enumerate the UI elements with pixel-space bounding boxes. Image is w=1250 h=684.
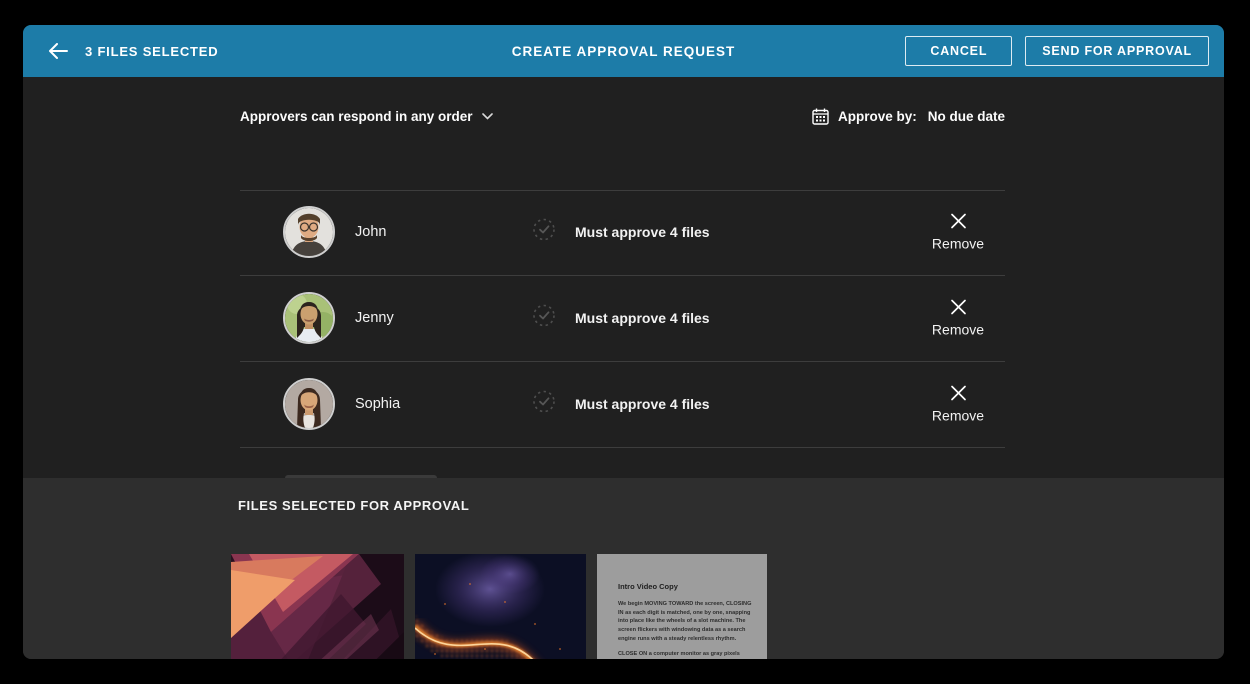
remove-label: Remove xyxy=(932,236,984,252)
remove-label: Remove xyxy=(932,408,984,424)
avatar-jenny xyxy=(283,292,335,344)
avatar-john xyxy=(283,206,335,258)
approver-requirement: Must approve 4 files xyxy=(575,224,710,240)
document-paragraph: CLOSE ON a computer monitor as gray pixe… xyxy=(618,650,754,659)
approval-request-dialog: 3 FILES SELECTED CREATE APPROVAL REQUEST… xyxy=(23,25,1224,659)
approver-requirement: Must approve 4 files xyxy=(575,310,710,326)
approvers-panel: Approvers can respond in any order Appro… xyxy=(23,77,1224,478)
approver-order-dropdown[interactable]: Approvers can respond in any order xyxy=(240,109,493,124)
chevron-down-icon xyxy=(482,113,493,120)
approver-requirement: Must approve 4 files xyxy=(575,396,710,412)
header-actions: CANCEL SEND FOR APPROVAL xyxy=(905,36,1209,66)
remove-approver-button[interactable]: Remove xyxy=(912,299,1004,338)
send-for-approval-button[interactable]: SEND FOR APPROVAL xyxy=(1025,36,1209,66)
avatar-sophia xyxy=(283,378,335,430)
file-thumbnail-particle-wave-image[interactable] xyxy=(415,554,586,659)
approver-order-label: Approvers can respond in any order xyxy=(240,109,473,124)
files-panel: FILES SELECTED FOR APPROVAL xyxy=(23,478,1224,659)
approver-name: Sophia xyxy=(355,396,400,412)
divider xyxy=(240,447,1005,448)
calendar-icon xyxy=(812,108,829,125)
dialog-header: 3 FILES SELECTED CREATE APPROVAL REQUEST… xyxy=(23,25,1224,77)
files-panel-title: FILES SELECTED FOR APPROVAL xyxy=(238,498,469,513)
file-thumbnail-geometric-image[interactable] xyxy=(231,554,404,659)
file-thumbnail-document[interactable]: Intro Video Copy We begin MOVING TOWARD … xyxy=(597,554,767,659)
close-icon xyxy=(950,213,967,230)
files-selected-count: 3 FILES SELECTED xyxy=(85,44,218,59)
remove-label: Remove xyxy=(932,322,984,338)
approve-by-label: Approve by: xyxy=(838,109,917,124)
cancel-button[interactable]: CANCEL xyxy=(905,36,1012,66)
file-thumbnails: Intro Video Copy We begin MOVING TOWARD … xyxy=(231,554,767,659)
remove-approver-button[interactable]: Remove xyxy=(912,213,1004,252)
approver-name: Jenny xyxy=(355,310,394,326)
approver-row-jenny: Jenny Must approve 4 files Remove xyxy=(240,276,1005,360)
dashed-circle-check-icon xyxy=(532,304,556,333)
approver-row-john: John Must approve 4 files Remove xyxy=(240,190,1005,274)
approve-by-due-date[interactable]: Approve by: No due date xyxy=(812,108,1005,125)
dashed-circle-check-icon xyxy=(532,218,556,247)
approver-row-sophia: Sophia Must approve 4 files Remove xyxy=(240,362,1005,446)
dashed-circle-check-icon xyxy=(532,390,556,419)
panel-controls-row: Approvers can respond in any order Appro… xyxy=(240,103,1005,129)
due-date-value: No due date xyxy=(928,109,1005,124)
document-title: Intro Video Copy xyxy=(618,582,754,591)
close-icon xyxy=(950,299,967,316)
remove-approver-button[interactable]: Remove xyxy=(912,385,1004,424)
back-arrow-icon[interactable] xyxy=(45,38,71,64)
document-paragraph: We begin MOVING TOWARD the screen, CLOSI… xyxy=(618,600,754,643)
approver-name: John xyxy=(355,224,386,240)
close-icon xyxy=(950,385,967,402)
